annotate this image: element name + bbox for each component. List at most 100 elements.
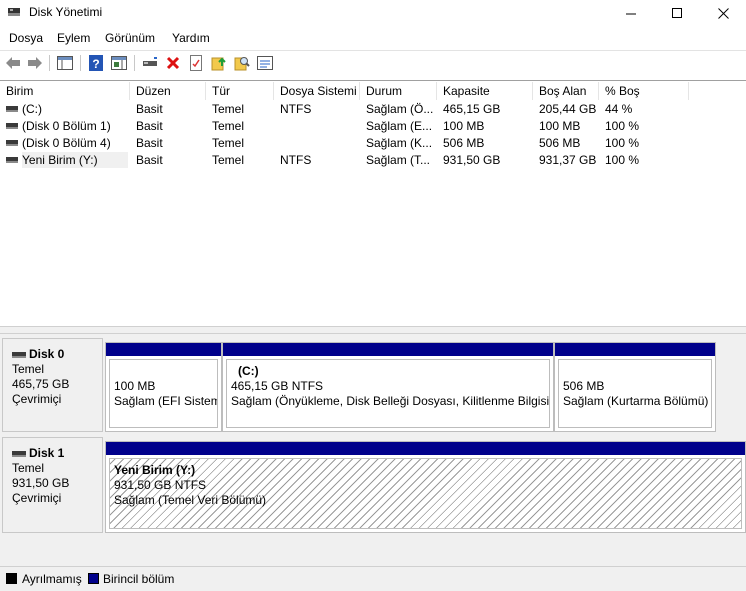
help-icon: ? xyxy=(89,55,103,71)
partition-size: 465,15 GB NTFS xyxy=(231,379,324,393)
column-header-percent-free[interactable]: % Boş xyxy=(599,82,689,100)
menu-view[interactable]: Görünüm xyxy=(105,31,155,45)
cell-volume: (Disk 0 Bölüm 4) xyxy=(22,136,111,150)
toolbar: ? xyxy=(0,50,746,76)
cell-percent-free: 44 % xyxy=(605,102,633,116)
disk-management-icon xyxy=(8,8,20,16)
connect-icon xyxy=(143,57,157,66)
partition-bar xyxy=(106,343,221,356)
cell-status: Sağlam (Ö... xyxy=(366,102,434,116)
partition-size: 100 MB xyxy=(114,379,156,393)
cell-file-system: NTFS xyxy=(280,153,312,167)
volume-list: Birim Düzen Tür Dosya Sistemi Durum Kapa… xyxy=(0,80,746,326)
volume-icon xyxy=(6,106,18,112)
partition-details: 506 MB Sağlam (Kurtarma Bölümü) xyxy=(558,359,712,428)
partition-title: (C:) xyxy=(238,364,259,378)
connect-button[interactable] xyxy=(141,54,159,72)
cell-volume: Yeni Birim (Y:) xyxy=(22,152,128,168)
column-header-type[interactable]: Tür xyxy=(206,82,274,100)
disk-name: Disk 0 xyxy=(29,347,65,361)
close-icon xyxy=(717,7,729,19)
legend: Ayrılmamış Birincil bölüm xyxy=(0,566,746,591)
column-header-file-system[interactable]: Dosya Sistemi xyxy=(274,82,360,100)
column-header-status[interactable]: Durum xyxy=(360,82,437,100)
console-tree-button[interactable] xyxy=(56,54,74,72)
disk-map: Disk 0 Temel 465,75 GB Çevrimiçi 100 MB … xyxy=(0,334,746,566)
partition-size: 506 MB xyxy=(563,379,605,393)
cell-free-space: 100 MB xyxy=(539,119,581,133)
maximize-icon xyxy=(671,7,682,18)
disk-size: 465,75 GB xyxy=(12,377,70,391)
properties-icon xyxy=(190,55,202,71)
back-button[interactable] xyxy=(4,54,22,72)
forward-icon xyxy=(28,57,42,69)
search-button[interactable] xyxy=(233,54,251,72)
console-button[interactable] xyxy=(256,54,274,72)
partition-new-volume[interactable]: Yeni Birim (Y:) 931,50 GB NTFS Sağlam (T… xyxy=(105,441,746,533)
menu-file[interactable]: Dosya xyxy=(9,31,43,45)
partition-bar xyxy=(223,343,553,356)
column-header-free-space[interactable]: Boş Alan xyxy=(533,82,599,100)
disk-icon xyxy=(12,351,26,358)
delete-icon xyxy=(166,56,180,70)
properties-button[interactable] xyxy=(187,54,205,72)
pane-splitter[interactable] xyxy=(0,326,746,334)
legend-label-unallocated: Ayrılmamış xyxy=(22,572,82,586)
column-header-volume[interactable]: Birim xyxy=(0,82,130,100)
maximize-button[interactable] xyxy=(654,0,700,26)
cell-type: Temel xyxy=(212,102,245,116)
disk-kind: Temel xyxy=(12,461,45,475)
disk-size: 931,50 GB xyxy=(12,476,70,490)
minimize-button[interactable] xyxy=(608,0,654,26)
partition-status: Sağlam (Temel Veri Bölümü) xyxy=(114,493,267,507)
action-pane-icon xyxy=(111,56,127,70)
disk-state: Çevrimiçi xyxy=(12,392,62,406)
close-button[interactable] xyxy=(700,0,746,26)
partition-status: Sağlam (EFI Sistem xyxy=(114,394,218,408)
svg-text:?: ? xyxy=(92,57,99,71)
console-icon xyxy=(257,56,273,70)
menu-bar: Dosya Eylem Görünüm Yardım xyxy=(0,28,746,48)
partition-bar xyxy=(106,442,745,455)
partition-bar xyxy=(555,343,715,356)
forward-button[interactable] xyxy=(26,54,44,72)
menu-help[interactable]: Yardım xyxy=(172,31,210,45)
toolbar-separator xyxy=(80,55,81,71)
upload-button[interactable] xyxy=(210,54,228,72)
back-icon xyxy=(6,57,20,69)
volume-icon xyxy=(6,140,18,146)
cell-capacity: 931,50 GB xyxy=(443,153,501,167)
cell-capacity: 506 MB xyxy=(443,136,485,150)
title-bar: Disk Yönetimi xyxy=(0,0,746,26)
cell-status: Sağlam (T... xyxy=(366,153,431,167)
minimize-icon xyxy=(625,13,636,14)
partition-details: 100 MB Sağlam (EFI Sistem xyxy=(109,359,218,428)
partition-status: Sağlam (Kurtarma Bölümü) xyxy=(563,394,709,408)
cell-layout: Basit xyxy=(136,153,163,167)
menu-action[interactable]: Eylem xyxy=(57,31,90,45)
volume-icon xyxy=(6,123,18,129)
help-button[interactable]: ? xyxy=(87,54,105,72)
disk-1-label[interactable]: Disk 1 Temel 931,50 GB Çevrimiçi xyxy=(2,437,103,533)
cell-type: Temel xyxy=(212,119,245,133)
toolbar-separator xyxy=(49,55,50,71)
cell-type: Temel xyxy=(212,136,245,150)
action-pane-button[interactable] xyxy=(110,54,128,72)
cell-layout: Basit xyxy=(136,119,163,133)
partition-c[interactable]: (C:) 465,15 GB NTFS Sağlam (Önyükleme, D… xyxy=(222,342,554,432)
upload-icon xyxy=(211,57,226,71)
cell-volume: (C:) xyxy=(22,102,42,116)
cell-capacity: 100 MB xyxy=(443,119,485,133)
column-header-layout[interactable]: Düzen xyxy=(130,82,206,100)
delete-button[interactable] xyxy=(164,54,182,72)
legend-swatch-unallocated xyxy=(6,573,17,584)
cell-free-space: 205,44 GB xyxy=(539,102,597,116)
column-header-capacity[interactable]: Kapasite xyxy=(437,82,533,100)
toolbar-separator xyxy=(134,55,135,71)
cell-free-space: 506 MB xyxy=(539,136,581,150)
partition-efi[interactable]: 100 MB Sağlam (EFI Sistem xyxy=(105,342,222,432)
cell-percent-free: 100 % xyxy=(605,153,640,167)
partition-details: (C:) 465,15 GB NTFS Sağlam (Önyükleme, D… xyxy=(226,359,550,428)
disk-0-label[interactable]: Disk 0 Temel 465,75 GB Çevrimiçi xyxy=(2,338,103,432)
partition-recovery[interactable]: 506 MB Sağlam (Kurtarma Bölümü) xyxy=(554,342,716,432)
